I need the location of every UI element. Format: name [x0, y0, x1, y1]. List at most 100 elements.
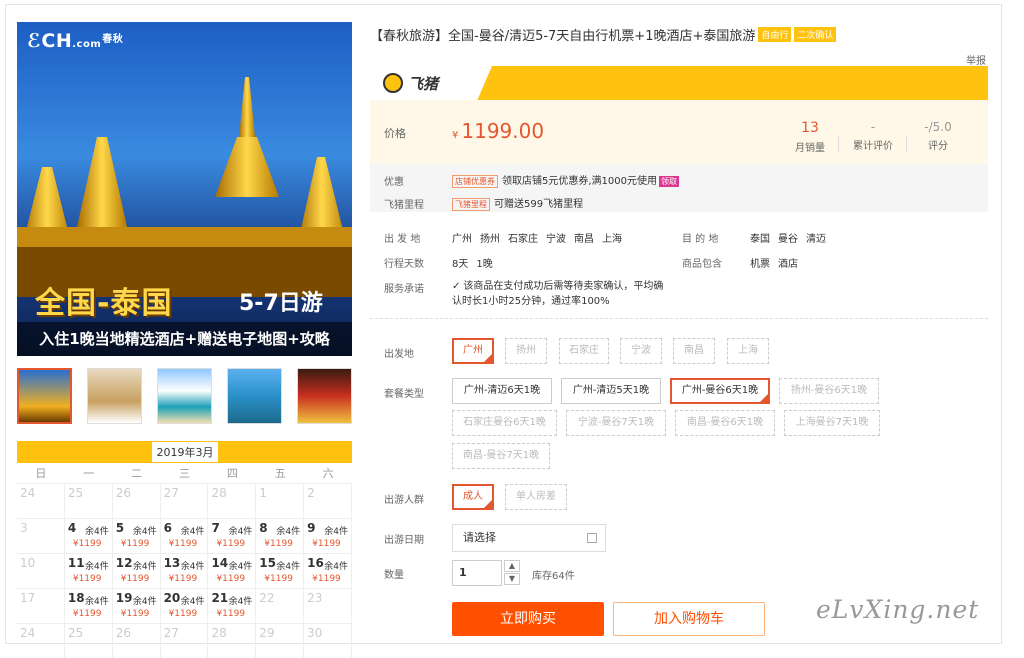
- package-option[interactable]: 广州-清迈5天1晚: [561, 378, 661, 404]
- option-people-label: 出游人群: [384, 495, 424, 506]
- package-option[interactable]: 上海曼谷7天1晚: [784, 410, 880, 436]
- depart-option-nanchang[interactable]: 南昌: [673, 338, 715, 364]
- calendar-day-stock: 余4件: [324, 562, 349, 572]
- pagoda-illustration: [17, 77, 352, 297]
- calendar-day[interactable]: 6 余4件 ¥1199: [161, 519, 209, 553]
- calendar-day[interactable]: 14 余4件 ¥1199: [208, 554, 257, 588]
- price-value: ¥1199.00: [452, 119, 544, 143]
- thumbnail-4[interactable]: [227, 368, 282, 424]
- quantity-input[interactable]: 1: [452, 560, 502, 586]
- quantity-up-button[interactable]: ▲: [504, 560, 520, 572]
- calendar-day[interactable]: 16 余4件 ¥1199: [304, 554, 353, 588]
- ch-logo-com: .com: [72, 39, 102, 50]
- package-option[interactable]: 石家庄曼谷6天1晚: [452, 410, 557, 436]
- calendar-day[interactable]: 4 余4件 ¥1199: [65, 519, 113, 553]
- included-item: 酒店: [778, 259, 798, 270]
- hero-subtitle: 入住1晚当地精选酒店+赠送电子地图+攻略: [17, 322, 352, 356]
- report-link[interactable]: 举报: [966, 52, 986, 67]
- depart-option-shanghai[interactable]: 上海: [727, 338, 769, 364]
- package-option[interactable]: 南昌-曼谷6天1晚: [675, 410, 775, 436]
- thumbnail-2[interactable]: [87, 368, 142, 424]
- depart-option-yangzhou[interactable]: 扬州: [505, 338, 547, 364]
- thumbnail-strip: [17, 368, 352, 424]
- package-option-selected[interactable]: 广州-曼谷6天1晚: [670, 378, 770, 404]
- calendar-day-number: 24: [20, 626, 36, 640]
- calendar-day-number: 19: [115, 591, 133, 605]
- depart-option-ningbo[interactable]: 宁波: [620, 338, 662, 364]
- calendar-day-price: ¥1199: [216, 539, 246, 549]
- thumbnail-3[interactable]: [157, 368, 212, 424]
- calendar-day[interactable]: 11 余4件 ¥1199: [65, 554, 113, 588]
- option-qty-label: 数量: [384, 570, 404, 581]
- add-to-cart-button[interactable]: 加入购物车: [613, 602, 765, 636]
- price-amount: 1199.00: [461, 119, 545, 143]
- calendar-day-price: ¥1199: [72, 609, 102, 619]
- info-includes-label: 商品包含: [682, 259, 722, 270]
- calendar-day[interactable]: 12 余4件 ¥1199: [113, 554, 161, 588]
- calendar-day-number: 27: [163, 626, 179, 640]
- calendar-day-number: 24: [20, 486, 36, 500]
- info-includes-value: 机票 酒店: [750, 255, 806, 270]
- watermark: eLvXing.net: [816, 595, 980, 624]
- calendar-day-stock: 余4件: [276, 562, 301, 572]
- calendar-day[interactable]: 5 余4件 ¥1199: [113, 519, 161, 553]
- package-option[interactable]: 南昌-曼谷7天1晚: [452, 443, 550, 469]
- calendar-day[interactable]: 8 余4件 ¥1199: [256, 519, 305, 553]
- product-title: 【春秋旅游】全国-曼谷/清迈5-7天自由行机票+1晚酒店+泰国旅游: [370, 29, 756, 44]
- package-option[interactable]: 扬州-曼谷6天1晚: [779, 378, 879, 404]
- calendar-day[interactable]: 19 余4件 ¥1199: [113, 589, 161, 623]
- buy-now-button[interactable]: 立即购买: [452, 602, 604, 636]
- calendar-day: 22: [256, 589, 305, 623]
- calendar-day[interactable]: 13 余4件 ¥1199: [161, 554, 209, 588]
- calendar-day: 28: [208, 624, 257, 658]
- calendar-weekday: 五: [274, 467, 286, 480]
- calendar-week-row: 3 4 余4件 ¥1199 5 余4件 ¥1199 6 余4件 ¥1199 7 余4件 ¥1199 8 余4…: [17, 518, 353, 553]
- calendar-day-price: ¥1199: [72, 539, 102, 549]
- travel-date-input[interactable]: 请选择: [452, 524, 606, 552]
- sales-label: 月销量: [795, 143, 825, 154]
- calendar-day-number: 16: [307, 556, 324, 570]
- stat-score: -/5.0 评分: [918, 120, 958, 152]
- info-service-text: ✓ 该商品在支付成功后需等待卖家确认，平均确 认时长1小时25分钟，通过率100%: [452, 279, 671, 309]
- calendar-day-number: 12: [115, 556, 133, 570]
- calendar-day[interactable]: 9 余4件 ¥1199: [304, 519, 353, 553]
- calendar-day-stock: 余4件: [84, 562, 109, 572]
- service-line1: 该商品在支付成功后需等待卖家确认，平均确: [463, 281, 664, 292]
- calendar-day-number: 20: [163, 591, 181, 605]
- package-option[interactable]: 广州-清迈6天1晚: [452, 378, 552, 404]
- package-option[interactable]: 宁波-曼谷7天1晚: [566, 410, 666, 436]
- calendar-day: 25: [65, 624, 113, 658]
- calendar-day[interactable]: 7 余4件 ¥1199: [208, 519, 257, 553]
- depart-option-shijiazhuang[interactable]: 石家庄: [559, 338, 609, 364]
- calendar-day[interactable]: 20 余4件 ¥1199: [161, 589, 209, 623]
- calendar-day-price: ¥1199: [168, 539, 198, 549]
- calendar-day-price: ¥1199: [120, 539, 150, 549]
- calendar-day[interactable]: 21 余4件 ¥1199: [208, 589, 257, 623]
- claim-coupon-link[interactable]: 领取: [659, 176, 679, 187]
- calendar-day[interactable]: 15 余4件 ¥1199: [256, 554, 305, 588]
- promo-label: 优惠: [384, 177, 404, 188]
- depart-option-guangzhou[interactable]: 广州: [452, 338, 494, 364]
- calendar-day-price: ¥1199: [120, 609, 150, 619]
- thumbnail-1[interactable]: [17, 368, 72, 424]
- calendar-weekdays: 日一二三四五六: [17, 465, 352, 481]
- calendar-day[interactable]: 18 余4件 ¥1199: [65, 589, 113, 623]
- stat-divider: [906, 136, 907, 152]
- product-title-row: 【春秋旅游】全国-曼谷/清迈5-7天自由行机票+1晚酒店+泰国旅游 自由行 二次确认: [370, 25, 837, 44]
- calendar-day-number: 14: [211, 556, 229, 570]
- quantity-down-button[interactable]: ▼: [504, 573, 520, 585]
- price-label: 价格: [384, 127, 406, 140]
- thumbnail-5[interactable]: [297, 368, 352, 424]
- tag-free-travel: 自由行: [758, 27, 792, 42]
- people-option-adult[interactable]: 成人: [452, 484, 494, 510]
- price-panel: 价格 ¥1199.00 13 月销量 - 累计评价 -/5.0 评分: [370, 100, 988, 164]
- calendar-day-number: 23: [307, 591, 323, 605]
- stat-reviews[interactable]: - 累计评价: [848, 120, 898, 152]
- calendar-day-number: 6: [163, 521, 172, 535]
- people-option-single-room[interactable]: 单人房差: [505, 484, 567, 510]
- calendar-day-number: 27: [163, 486, 179, 500]
- calendar-weekday: 日: [35, 467, 47, 480]
- calendar-day-number: 25: [67, 486, 84, 500]
- calendar-month: 2019年3月: [151, 441, 219, 463]
- service-line2: 认时长1小时25分钟，通过率100%: [452, 296, 610, 307]
